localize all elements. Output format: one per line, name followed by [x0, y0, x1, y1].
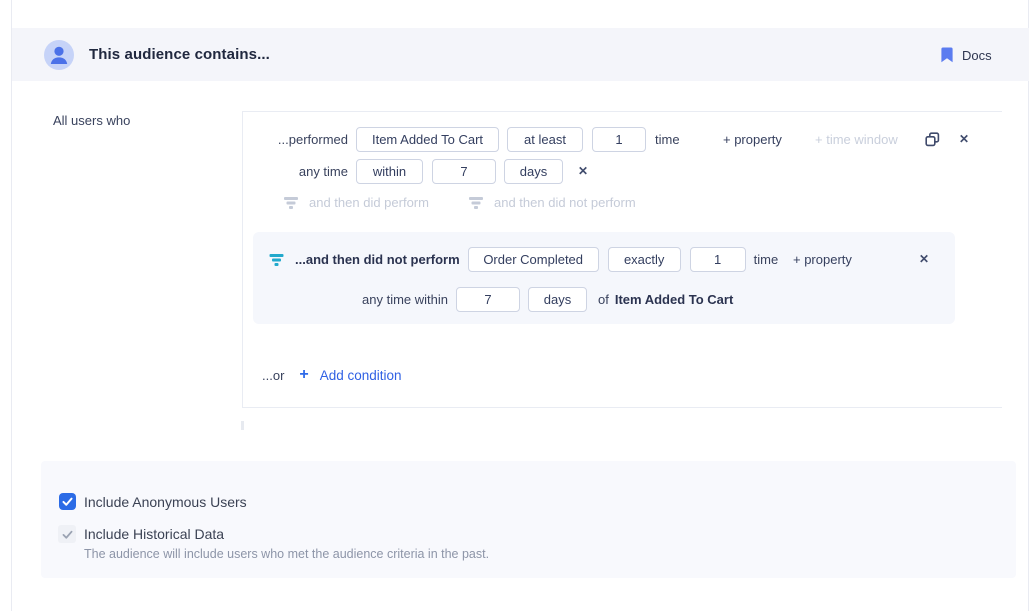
duplicate-condition-button[interactable] [923, 130, 941, 148]
docs-link[interactable]: Docs [941, 44, 992, 66]
copy-icon [925, 132, 940, 147]
event-select[interactable]: Item Added To Cart [356, 127, 499, 152]
add-time-window-link: + time window [815, 132, 898, 147]
sub-operator-select[interactable]: exactly [608, 247, 681, 272]
sub-time-window-label: any time within [361, 292, 448, 307]
time-operator-select[interactable]: within [356, 159, 423, 184]
bookmark-icon [941, 47, 953, 63]
group-connector-tick [241, 421, 244, 430]
add-condition-button[interactable]: + Add condition [299, 367, 401, 383]
remove-time-window-button[interactable]: ✕ [578, 165, 588, 177]
subcondition-label: ...and then did not perform [295, 252, 460, 267]
subcondition-time-row: any time within days of Item Added To Ca… [361, 286, 733, 312]
and-then-did-perform-option[interactable]: and then did perform [283, 195, 429, 210]
of-event-label: Item Added To Cart [615, 292, 733, 307]
historical-data-checkbox [58, 525, 76, 543]
check-icon [61, 495, 74, 508]
anonymous-users-checkbox[interactable] [59, 493, 76, 510]
count-input[interactable] [592, 127, 646, 152]
sub-count-unit-label: time [754, 252, 779, 267]
sub-add-property-link[interactable]: + property [793, 252, 852, 267]
operator-select[interactable]: at least [507, 127, 583, 152]
or-label: ...or [262, 368, 284, 383]
header-bar: This audience contains... Docs [12, 28, 1029, 81]
count-unit-label: time [655, 132, 680, 147]
docs-label: Docs [962, 48, 992, 63]
page-title: This audience contains... [89, 28, 270, 81]
and-then-did-not-perform-option[interactable]: and then did not perform [468, 195, 636, 210]
time-window-label: any time [242, 164, 348, 179]
check-icon [61, 528, 74, 541]
of-label: of [598, 292, 609, 307]
sub-count-input[interactable] [690, 247, 746, 272]
sub-time-value-input[interactable] [456, 287, 520, 312]
audience-avatar [44, 40, 74, 70]
subcondition-row: ...and then did not perform Order Comple… [268, 246, 778, 272]
close-icon: ✕ [959, 133, 969, 145]
funnel-icon [468, 195, 484, 210]
remove-subcondition-button[interactable]: ✕ [915, 250, 933, 268]
funnel-icon [268, 252, 285, 267]
anonymous-users-label: Include Anonymous Users [84, 494, 247, 510]
sub-time-unit-select[interactable]: days [528, 287, 587, 312]
time-value-input[interactable] [432, 159, 496, 184]
root-condition-label: All users who [53, 113, 130, 128]
sub-event-select[interactable]: Order Completed [468, 247, 599, 272]
remove-condition-button[interactable]: ✕ [955, 130, 973, 148]
performed-label: ...performed [242, 132, 348, 147]
or-row: ...or + Add condition [262, 362, 402, 388]
funnel-icon [283, 195, 299, 210]
time-unit-select[interactable]: days [504, 159, 563, 184]
audience-builder-page: This audience contains... Docs All users… [0, 0, 1031, 611]
performed-row: ...performed Item Added To Cart at least… [242, 126, 680, 152]
close-icon: ✕ [919, 253, 929, 265]
plus-icon: + [299, 367, 308, 383]
add-condition-label: Add condition [320, 368, 402, 383]
and-then-did-not-perform-label: and then did not perform [494, 195, 636, 210]
and-then-did-perform-label: and then did perform [309, 195, 429, 210]
historical-data-label: Include Historical Data [84, 526, 224, 542]
historical-data-description: The audience will include users who met … [84, 547, 489, 561]
person-icon [44, 40, 74, 70]
add-property-link[interactable]: + property [723, 132, 782, 147]
time-window-row: any time within days ✕ [242, 158, 588, 184]
